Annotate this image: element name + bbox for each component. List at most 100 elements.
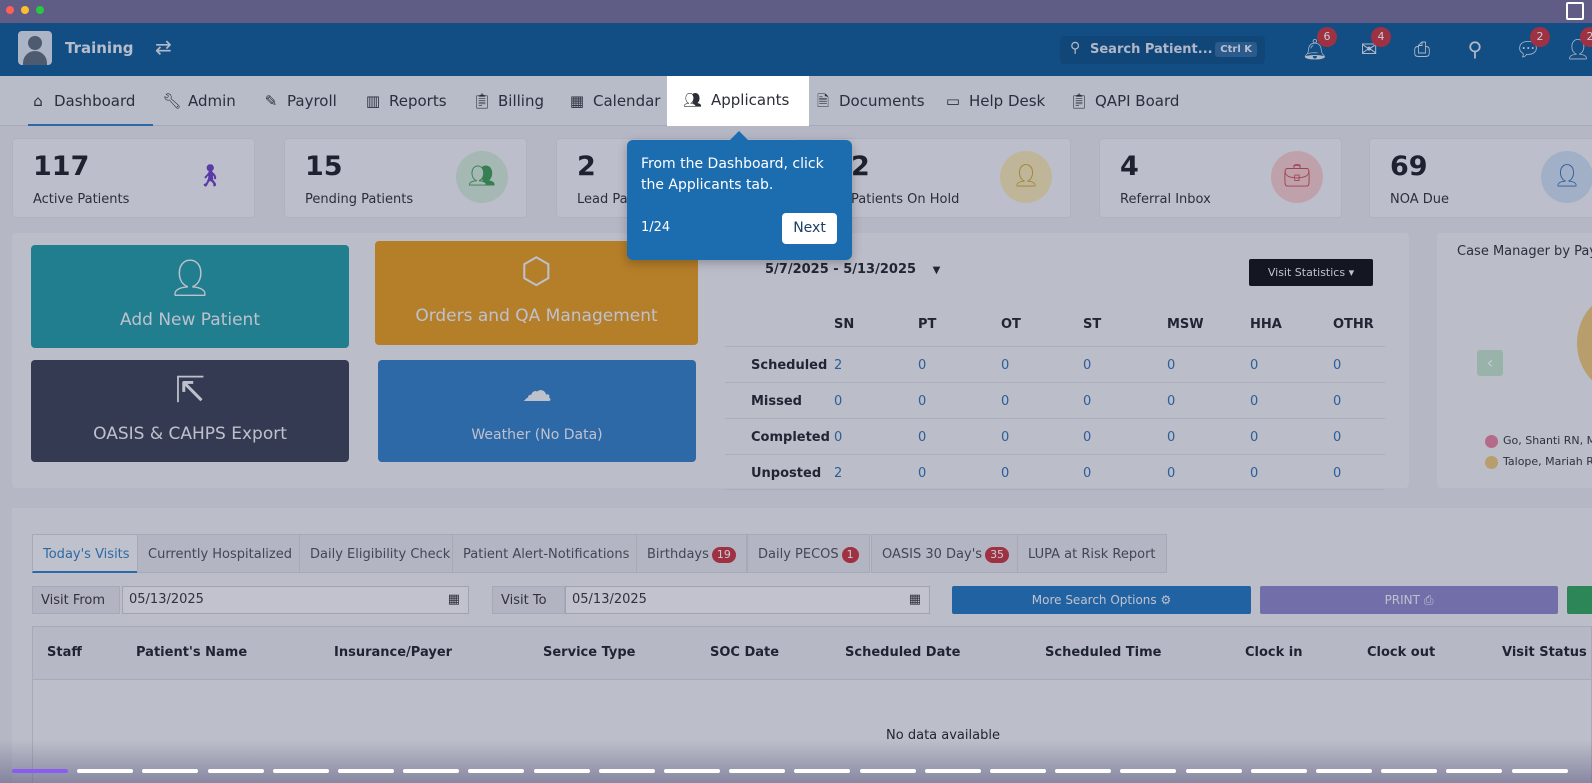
visit-count-link[interactable]: 0 xyxy=(1333,430,1341,445)
tab-birthdays[interactable]: Birthdays 19 xyxy=(636,534,747,573)
tab-currently-hospitalized[interactable]: Currently Hospitalized xyxy=(137,534,303,573)
visit-count-link[interactable]: 0 xyxy=(918,466,926,481)
minimize-dot[interactable] xyxy=(21,6,29,14)
weather-tile[interactable]: ☁︎ Weather (No Data) xyxy=(378,360,696,462)
visit-count-link[interactable]: 0 xyxy=(1250,358,1258,373)
export-button[interactable] xyxy=(1567,586,1592,614)
tab-label: LUPA at Risk Report xyxy=(1028,547,1156,562)
notifications-bell-icon[interactable]: 🔔︎ 6 xyxy=(1301,27,1337,63)
mail-icon[interactable]: ✉︎ 4 xyxy=(1355,27,1391,63)
column-header[interactable]: Clock out xyxy=(1367,645,1435,660)
calendar-icon[interactable]: ▦ xyxy=(448,587,460,613)
maximize-dot[interactable] xyxy=(36,6,44,14)
visit-count-link[interactable]: 0 xyxy=(1250,430,1258,445)
nav-dashboard[interactable]: ⌂ Dashboard xyxy=(28,76,154,126)
search-global-icon[interactable]: ⚲ xyxy=(1461,35,1489,63)
visit-count-link[interactable]: 0 xyxy=(1001,394,1009,409)
visit-count-link[interactable]: 0 xyxy=(1001,430,1009,445)
chart-prev-icon[interactable]: ‹ xyxy=(1477,350,1503,376)
chat-icon[interactable]: 💬︎ 2 xyxy=(1514,27,1550,63)
visit-count-link[interactable]: 0 xyxy=(1250,466,1258,481)
column-header[interactable]: Patient's Name xyxy=(136,645,247,660)
nav-documents[interactable]: 🗎 Documents xyxy=(813,76,925,126)
visit-count-link[interactable]: 0 xyxy=(1083,466,1091,481)
column-header[interactable]: Scheduled Date xyxy=(845,645,960,660)
tab-label: Today's Visits xyxy=(43,547,130,562)
tour-next-button[interactable]: Next xyxy=(782,213,837,244)
visit-to-input[interactable]: 05/13/2025 ▦ xyxy=(565,586,930,614)
column-header[interactable]: SOC Date xyxy=(710,645,779,660)
nav-label: Admin xyxy=(188,92,236,110)
nav-calendar[interactable]: ▦ Calendar xyxy=(567,76,661,126)
switch-agency-icon[interactable]: ⇄ xyxy=(155,35,172,59)
group-icon: 👥︎ xyxy=(456,151,508,203)
column-header[interactable]: Scheduled Time xyxy=(1045,645,1162,660)
visit-count-link[interactable]: 0 xyxy=(1001,358,1009,373)
visit-count-link[interactable]: 0 xyxy=(834,430,842,445)
nav-admin[interactable]: 🔧︎ Admin xyxy=(162,76,236,126)
visit-count-link[interactable]: 0 xyxy=(834,394,842,409)
visit-count-link[interactable]: 0 xyxy=(1083,430,1091,445)
visit-count-link[interactable]: 0 xyxy=(1333,394,1341,409)
avatar[interactable] xyxy=(18,31,52,65)
visit-count-link[interactable]: 0 xyxy=(1001,466,1009,481)
stat-pending-patients[interactable]: 15 Pending Patients 👥︎ xyxy=(284,138,527,218)
user-menu-icon[interactable]: 👤︎ 2 xyxy=(1564,27,1592,63)
tab-daily-eligibility-check[interactable]: Daily Eligibility Check xyxy=(299,534,462,573)
tab-oasis-30-days[interactable]: OASIS 30 Day's 35 xyxy=(871,534,1021,573)
tab-todays-visits[interactable]: Today's Visits xyxy=(32,534,141,573)
visit-count-link[interactable]: 2 xyxy=(834,466,842,481)
stat-noa-due[interactable]: 69 NOA Due 👤︎ xyxy=(1369,138,1592,218)
stat-patients-on-hold[interactable]: 2 Patients On Hold 👤︎ xyxy=(828,138,1071,218)
column-header[interactable]: Clock in xyxy=(1245,645,1303,660)
close-dot[interactable] xyxy=(6,6,14,14)
print-icon[interactable]: ⎙ xyxy=(1408,35,1436,63)
visit-count-link[interactable]: 0 xyxy=(1167,466,1175,481)
visit-date-range[interactable]: 5/7/2025 - 5/13/2025 ▼ xyxy=(765,262,940,277)
nav-reports[interactable]: ▥ Reports xyxy=(363,76,447,126)
user-badge: 2 xyxy=(1580,27,1592,47)
nav-qapi-board[interactable]: 📋︎ QAPI Board xyxy=(1069,76,1179,126)
nav-applicants[interactable]: 👥︎ Applicants xyxy=(667,76,809,126)
column-header[interactable]: Visit Status xyxy=(1502,645,1587,660)
top-bar: Training ⇄ ⚲ Search Patient... Ctrl K 🔔︎… xyxy=(0,23,1592,76)
tab-lupa-at-risk-report[interactable]: LUPA at Risk Report xyxy=(1017,534,1167,573)
print-button[interactable]: PRINT ⎙ xyxy=(1260,586,1558,614)
visit-count-link[interactable]: 0 xyxy=(1250,394,1258,409)
nav-billing[interactable]: 📋︎ Billing xyxy=(472,76,544,126)
visit-count-link[interactable]: 0 xyxy=(1083,358,1091,373)
tab-patient-alert-notifications[interactable]: Patient Alert-Notifications xyxy=(452,534,641,573)
board-icon: 📋︎ xyxy=(1069,92,1089,110)
tour-progress-segment xyxy=(1381,769,1438,773)
add-new-patient-tile[interactable]: 👤︎ Add New Patient xyxy=(31,245,349,348)
column-header[interactable]: Insurance/Payer xyxy=(334,645,452,660)
visit-count-link[interactable]: 0 xyxy=(918,358,926,373)
tour-progress-segment xyxy=(468,769,525,773)
stat-active-patients[interactable]: 117 Active Patients 🚶︎ xyxy=(12,138,255,218)
nav-help-desk[interactable]: ▭ Help Desk xyxy=(943,76,1045,126)
visit-from-input[interactable]: 05/13/2025 ▦ xyxy=(122,586,469,614)
tab-daily-pecos[interactable]: Daily PECOS 1 xyxy=(747,534,870,573)
column-header[interactable]: Staff xyxy=(47,645,82,660)
visit-count-link[interactable]: 0 xyxy=(1167,358,1175,373)
visit-count-link[interactable]: 0 xyxy=(918,430,926,445)
calendar-icon[interactable]: ▦ xyxy=(909,587,921,613)
more-search-options-button[interactable]: More Search Options ⚙︎ xyxy=(952,586,1251,614)
fullscreen-icon[interactable] xyxy=(1566,2,1584,20)
stat-number: 117 xyxy=(33,151,90,182)
column-header[interactable]: Service Type xyxy=(543,645,636,660)
patient-search[interactable]: ⚲ Search Patient... Ctrl K xyxy=(1060,36,1265,64)
visit-count-link[interactable]: 0 xyxy=(1083,394,1091,409)
visit-count-link[interactable]: 2 xyxy=(834,358,842,373)
legend-label: Go, Shanti RN, M xyxy=(1503,434,1592,447)
visit-count-link[interactable]: 0 xyxy=(918,394,926,409)
wrench-icon: 🔧︎ xyxy=(162,92,182,110)
oasis-cahps-export-tile[interactable]: ⇱ OASIS & CAHPS Export xyxy=(31,360,349,462)
nav-payroll[interactable]: ✎ Payroll xyxy=(261,76,337,126)
visit-count-link[interactable]: 0 xyxy=(1167,430,1175,445)
stat-referral-inbox[interactable]: 4 Referral Inbox 💼︎ xyxy=(1099,138,1342,218)
visit-count-link[interactable]: 0 xyxy=(1333,358,1341,373)
visit-count-link[interactable]: 0 xyxy=(1333,466,1341,481)
visit-statistics-button[interactable]: Visit Statistics ▾ xyxy=(1249,259,1373,286)
visit-count-link[interactable]: 0 xyxy=(1167,394,1175,409)
